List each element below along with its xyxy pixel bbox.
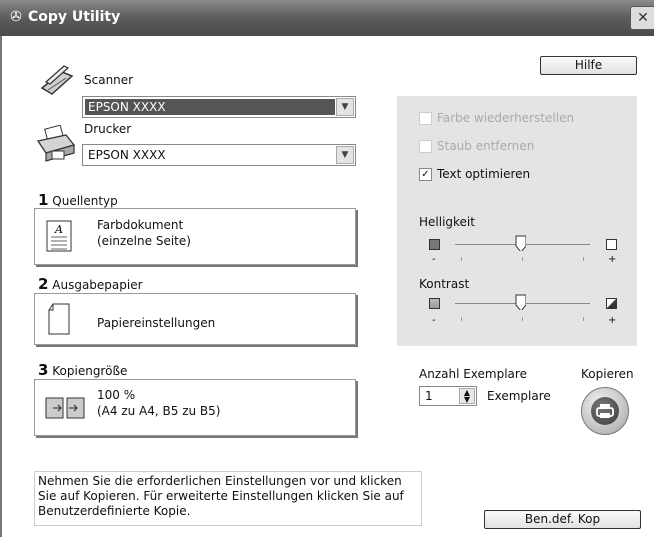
optimize-text-checkbox[interactable]: ✓ Text optimieren: [419, 167, 530, 181]
printer-value: EPSON XXXX: [88, 148, 166, 162]
remove-dust-checkbox[interactable]: Staub entfernen: [419, 139, 534, 153]
close-button[interactable]: ✕: [630, 6, 654, 30]
brightness-dark-icon: [429, 239, 440, 250]
tick: [522, 317, 523, 321]
app-icon: ✇: [10, 9, 22, 25]
brightness-slider-thumb[interactable]: [515, 235, 526, 251]
scanner-value: EPSON XXXX: [88, 100, 166, 114]
restore-color-label: Farbe wiederherstellen: [437, 111, 575, 125]
output-paper-card[interactable]: Papiereinstellungen: [34, 293, 356, 345]
svg-text:A: A: [54, 223, 63, 236]
brightness-minus: -: [432, 254, 436, 265]
copy-button-face[interactable]: [591, 397, 619, 425]
window-frame: [0, 36, 2, 537]
resize-icon: [45, 397, 85, 419]
source-type-line2: (einzelne Seite): [97, 234, 191, 248]
document-icon: A: [46, 220, 72, 252]
section-title-size: 3 Kopiengröße: [38, 361, 128, 379]
copies-label: Anzahl Exemplare: [419, 367, 527, 381]
brightness-plus: +: [608, 254, 617, 265]
optimize-text-label: Text optimieren: [437, 167, 531, 181]
tick: [583, 257, 584, 261]
checkbox-box[interactable]: [419, 139, 432, 153]
scanner-icon: [40, 65, 74, 95]
printer-select[interactable]: EPSON XXXX ▼: [82, 144, 356, 166]
source-type-card[interactable]: A Farbdokument (einzelne Seite): [34, 208, 356, 265]
printer-icon: [596, 404, 614, 418]
copy-size-line1: 100 %: [97, 388, 136, 402]
contrast-label: Kontrast: [419, 277, 470, 291]
chevron-down-icon[interactable]: ▼: [336, 98, 354, 116]
tick: [522, 257, 523, 261]
copy-label: Kopieren: [581, 367, 634, 381]
paper-icon: [48, 303, 70, 335]
section-title-source: 1 Quellentyp: [38, 191, 118, 209]
tick: [461, 257, 462, 261]
status-message: Nehmen Sie die erforderlichen Einstellun…: [34, 471, 422, 526]
section-title-paper: 2 Ausgabepapier: [38, 275, 143, 293]
window-title: Copy Utility: [28, 9, 121, 25]
scanner-select[interactable]: EPSON XXXX ▼: [82, 96, 356, 118]
scanner-label: Scanner: [84, 73, 134, 87]
copy-size-card[interactable]: 100 % (A4 zu A4, B5 zu B5): [34, 379, 356, 436]
checkmark-icon[interactable]: ✓: [419, 167, 432, 181]
contrast-high-icon: [606, 298, 617, 309]
copies-value: 1: [425, 389, 433, 403]
chevron-down-icon[interactable]: ▼: [336, 146, 354, 164]
contrast-minus: -: [432, 315, 436, 326]
brightness-light-icon: [606, 239, 617, 250]
printer-label: Drucker: [84, 122, 132, 136]
remove-dust-label: Staub entfernen: [437, 139, 535, 153]
restore-color-checkbox[interactable]: Farbe wiederherstellen: [419, 111, 574, 125]
spin-arrows-icon[interactable]: ▲ ▼: [459, 388, 475, 404]
title-bar: ✇ Copy Utility ✕: [0, 0, 654, 36]
copies-spinner[interactable]: 1 ▲ ▼: [419, 386, 477, 406]
contrast-low-icon: [429, 298, 440, 309]
contrast-slider-thumb[interactable]: [515, 294, 526, 310]
output-paper-text: Papiereinstellungen: [97, 316, 216, 330]
help-button[interactable]: Hilfe: [540, 56, 637, 75]
brightness-label: Helligkeit: [419, 215, 475, 229]
copy-size-line2: (A4 zu A4, B5 zu B5): [97, 404, 221, 418]
copy-button[interactable]: [581, 387, 629, 435]
custom-copy-button[interactable]: Ben.def. Kop: [484, 510, 641, 529]
contrast-plus: +: [608, 315, 617, 326]
tick: [461, 317, 462, 321]
source-type-line1: Farbdokument: [97, 218, 184, 232]
tick: [583, 317, 584, 321]
checkbox-box[interactable]: [419, 111, 432, 125]
printer-icon: [36, 125, 76, 162]
copies-unit: Exemplare: [487, 389, 551, 403]
